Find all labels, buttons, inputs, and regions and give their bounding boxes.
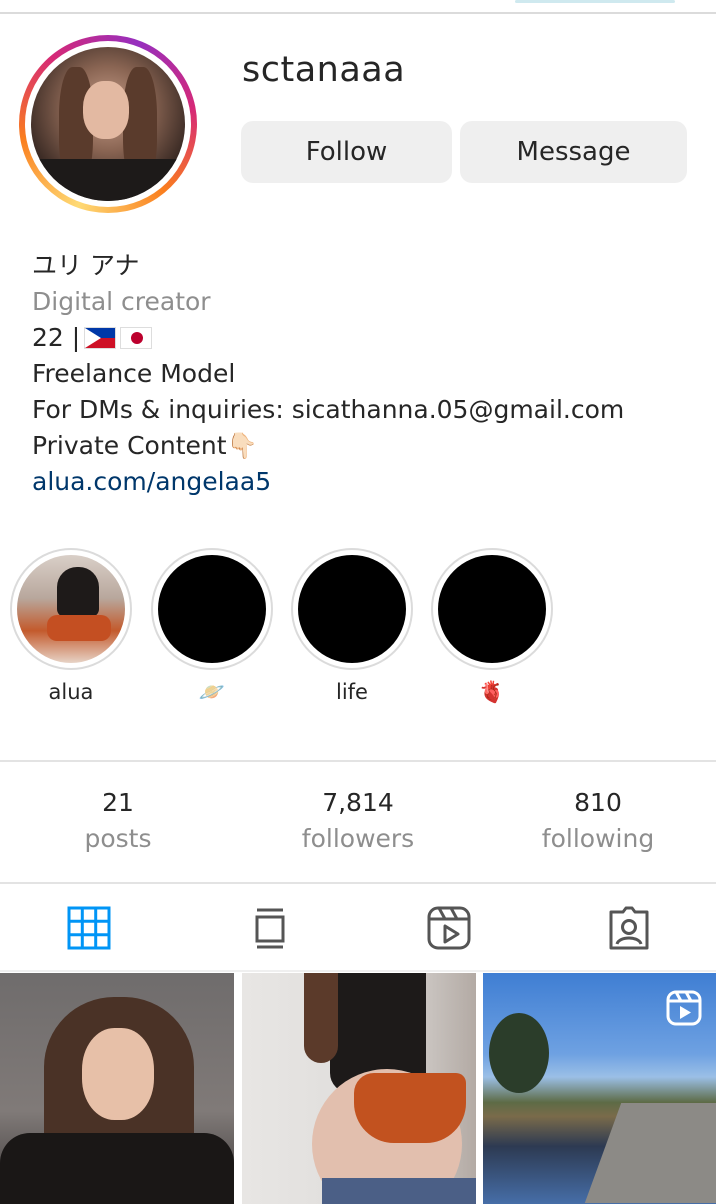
posts-stat: 21 posts <box>38 786 198 858</box>
highlight-heart[interactable]: 🫀 <box>431 548 553 710</box>
follow-button[interactable]: Follow <box>241 121 452 183</box>
grid-icon <box>67 906 111 950</box>
highlight-planet[interactable]: 🪐 <box>151 548 273 710</box>
posts-count: 21 <box>102 788 134 817</box>
philippines-flag-icon <box>84 327 117 349</box>
tab-tagged[interactable] <box>607 906 651 950</box>
highlight-cover <box>17 555 125 663</box>
highlight-ring <box>431 548 553 670</box>
following-count: 810 <box>574 788 622 817</box>
profile-avatar[interactable] <box>19 35 197 213</box>
pointing-down-emoji: 👇🏻 <box>226 431 258 460</box>
highlight-cover <box>158 555 266 663</box>
highlight-ring <box>151 548 273 670</box>
following-label: following <box>541 824 655 853</box>
bio-model-line: Freelance Model <box>32 359 236 388</box>
tab-reels[interactable] <box>427 906 471 950</box>
highlight-cover <box>298 555 406 663</box>
highlight-life[interactable]: life <box>291 548 413 710</box>
bio-age: 22 | <box>32 323 81 352</box>
highlight-cover <box>438 555 546 663</box>
top-bar-fragment <box>515 0 675 3</box>
highlight-label: 🫀 <box>478 680 506 704</box>
top-divider <box>0 12 716 14</box>
followers-label: followers <box>301 824 415 853</box>
tagged-icon <box>609 906 649 950</box>
post-thumbnail[interactable] <box>0 973 234 1204</box>
bio-private-line: Private Content👇🏻 <box>32 428 624 464</box>
reels-icon <box>427 906 471 950</box>
followers-count: 7,814 <box>322 788 394 817</box>
highlight-label: 🪐 <box>198 680 226 704</box>
following-stat[interactable]: 810 following <box>518 786 678 858</box>
bio-private-text: Private Content <box>32 431 227 460</box>
highlight-label: alua <box>48 680 94 704</box>
account-category: Digital creator <box>32 287 211 316</box>
highlight-ring <box>291 548 413 670</box>
display-name: ユリ アナ <box>32 251 140 280</box>
bio-age-line: 22 | <box>32 320 624 356</box>
feed-icon <box>255 908 285 949</box>
avatar-ring-gap <box>25 41 191 207</box>
tabs-top-divider <box>0 882 716 884</box>
profile-bio: ユリ アナ Digital creator 22 | Freelance Mod… <box>32 248 624 500</box>
followers-stat[interactable]: 7,814 followers <box>278 786 438 858</box>
post-thumbnail[interactable] <box>242 973 476 1204</box>
bio-dm-line: For DMs & inquiries: sicathanna.05@gmail… <box>32 395 625 424</box>
grid-top-divider <box>0 970 716 972</box>
highlight-label: life <box>336 680 368 704</box>
highlight-alua[interactable]: alua <box>10 548 132 710</box>
message-button[interactable]: Message <box>460 121 687 183</box>
reel-badge-icon <box>666 990 702 1026</box>
japan-flag-icon <box>120 327 153 349</box>
stats-top-divider <box>0 760 716 762</box>
highlight-ring <box>10 548 132 670</box>
posts-label: posts <box>84 824 152 853</box>
tab-grid[interactable] <box>67 906 111 950</box>
avatar-photo <box>31 47 185 201</box>
tab-feed[interactable] <box>248 906 292 950</box>
bio-link[interactable]: alua.com/angelaa5 <box>32 464 624 500</box>
profile-username: sctanaaa <box>242 50 406 90</box>
